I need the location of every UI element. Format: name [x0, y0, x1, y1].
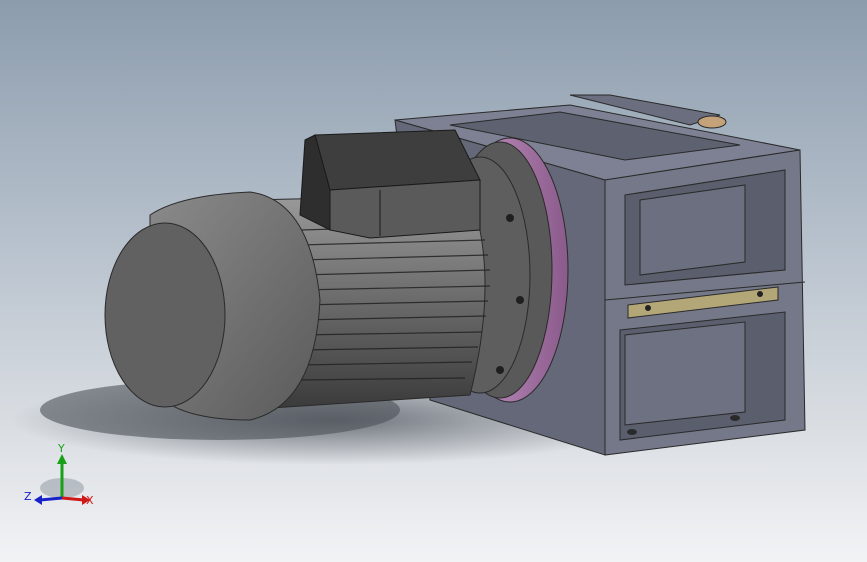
fan-cover[interactable]	[104, 191, 321, 421]
x-axis-label: X	[86, 494, 94, 507]
z-axis-label: Z	[24, 490, 32, 503]
y-axis-label: Y	[57, 442, 65, 455]
model-3d-view[interactable]	[0, 0, 867, 562]
terminal-box[interactable]	[299, 129, 481, 239]
coordinate-triad: Y X Z	[24, 442, 94, 507]
graphics-viewport[interactable]: Y X Z	[0, 0, 867, 562]
